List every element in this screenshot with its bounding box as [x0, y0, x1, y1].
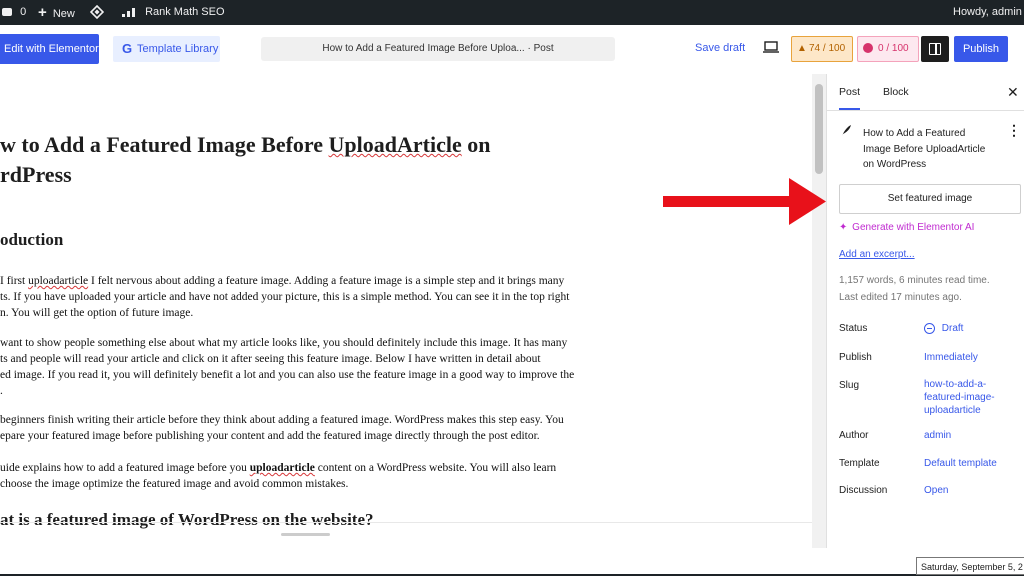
- p4-misspelled: uploadarticle: [249, 462, 315, 474]
- status-value[interactable]: Draft: [924, 323, 963, 334]
- p4-text-end: content on a WordPress website. You will…: [314, 462, 557, 474]
- title-text-end: on: [461, 132, 491, 157]
- howdy-account[interactable]: Howdy, admin: [953, 0, 1022, 25]
- template-library-button[interactable]: G Template Library: [113, 36, 220, 62]
- p2-line-2: ts and people will read your article and…: [0, 353, 541, 365]
- bottom-strip: [0, 548, 1024, 576]
- publish-date-value[interactable]: Immediately: [924, 352, 978, 363]
- close-icon[interactable]: ✕: [1007, 84, 1019, 101]
- slug-line: how-to-add-a-: [924, 379, 987, 390]
- tabs-divider: [827, 110, 1024, 111]
- readability-score-button[interactable]: 0 / 100: [857, 36, 919, 62]
- diamond-logo-icon[interactable]: [89, 0, 105, 25]
- paragraph-1[interactable]: I first uploadarticle I felt nervous abo…: [0, 273, 569, 321]
- generate-ai-link[interactable]: ✦ Generate with Elementor AI: [839, 222, 974, 233]
- template-library-label: Template Library: [137, 43, 219, 55]
- rank-math-score: 74 / 100: [809, 43, 846, 54]
- discussion-value[interactable]: Open: [924, 485, 948, 496]
- status-text: Draft: [941, 323, 964, 335]
- p3-line-2: epare your featured image before publish…: [0, 430, 540, 442]
- rank-math-score-icon: ▲: [797, 43, 807, 54]
- title-text: w to Add a Featured Image Before: [0, 132, 329, 157]
- rank-math-label: Rank Math SEO: [145, 6, 225, 18]
- p4-line-2: choose the image optimize the featured i…: [0, 478, 349, 490]
- post-summary-title-line: Image Before UploadArticle: [863, 143, 986, 155]
- status-label: Status: [839, 323, 868, 334]
- sparkle-icon: ✦: [839, 222, 848, 233]
- rank-math-icon: [121, 6, 140, 18]
- draft-status-icon: [924, 323, 935, 334]
- post-summary-title-line: How to Add a Featured: [863, 128, 966, 139]
- howdy-text: Howdy, admin: [953, 6, 1022, 18]
- wp-admin-bar: 0 + New Rank Math SEO Howdy, admin: [0, 0, 1024, 25]
- slug-label: Slug: [839, 380, 860, 391]
- more-options-icon[interactable]: ⋮: [1007, 122, 1021, 139]
- document-title-bar[interactable]: How to Add a Featured Image Before Uploa…: [261, 37, 615, 61]
- template-label: Template: [839, 458, 880, 469]
- template-library-icon: G: [122, 41, 133, 56]
- p3-line-1: beginners finish writing their article b…: [0, 414, 564, 426]
- save-draft-button[interactable]: Save draft: [695, 42, 745, 54]
- p2-line-3: ed image. If you read it, you will defin…: [0, 369, 575, 381]
- heading-introduction[interactable]: oduction: [0, 230, 63, 250]
- new-content-link[interactable]: + New: [38, 0, 75, 25]
- tab-block[interactable]: Block: [883, 74, 909, 110]
- p1-text-end: I felt nervous about adding a feature im…: [88, 275, 565, 287]
- editor-header: Edit with Elementor G Template Library H…: [0, 25, 1024, 75]
- post-title[interactable]: w to Add a Featured Image Before UploadA…: [0, 130, 491, 190]
- paragraph-2[interactable]: want to show people something else about…: [0, 335, 574, 399]
- red-arrow-annotation: [663, 178, 826, 225]
- heading-what-is[interactable]: at is a featured image of WordPress on t…: [0, 510, 374, 530]
- author-value[interactable]: admin: [924, 430, 951, 441]
- author-label: Author: [839, 430, 869, 441]
- slug-value[interactable]: how-to-add-a- featured-image- uploadarti…: [924, 378, 995, 417]
- p1-line-3: n. You will get the option of future ima…: [0, 307, 194, 319]
- word-count: 1,157 words, 6 minutes read time.: [839, 275, 990, 286]
- add-excerpt-link[interactable]: Add an excerpt...: [839, 249, 915, 260]
- p1-line-2: ts. If you have uploaded your article an…: [0, 291, 570, 303]
- feather-icon: [840, 124, 852, 140]
- slug-line: featured-image-: [924, 392, 995, 403]
- last-edited: Last edited 17 minutes ago.: [839, 292, 962, 303]
- rank-math-score-button[interactable]: ▲ 74 / 100: [791, 36, 853, 62]
- title-line-2: rdPress: [0, 162, 72, 187]
- date-tooltip: Saturday, September 5, 2: [916, 557, 1024, 575]
- set-featured-image-button[interactable]: Set featured image: [839, 184, 1021, 214]
- settings-toggle-icon[interactable]: [921, 36, 949, 62]
- preview-icon[interactable]: [763, 40, 779, 54]
- comment-icon: [2, 8, 12, 17]
- p1-misspelled: uploadarticle: [28, 275, 89, 287]
- plus-icon: +: [38, 4, 47, 21]
- generate-ai-label: Generate with Elementor AI: [852, 222, 975, 233]
- paragraph-4[interactable]: uide explains how to add a featured imag…: [0, 460, 556, 492]
- comments-link[interactable]: 0: [2, 0, 26, 25]
- title-misspelled: UploadArticle: [328, 132, 462, 157]
- p4-text: uide explains how to add a featured imag…: [0, 462, 250, 474]
- comments-count: 0: [20, 6, 27, 18]
- resize-handle[interactable]: [281, 533, 330, 536]
- content-scrollbar[interactable]: [812, 74, 826, 548]
- new-label: New: [52, 8, 75, 20]
- slug-line: uploadarticle: [924, 405, 981, 416]
- paragraph-3[interactable]: beginners finish writing their article b…: [0, 412, 564, 444]
- post-summary-title: How to Add a Featured Image Before Uploa…: [863, 126, 985, 173]
- template-value[interactable]: Default template: [924, 458, 997, 469]
- publish-button[interactable]: Publish: [954, 36, 1008, 62]
- p2-line-1: want to show people something else about…: [0, 337, 568, 349]
- p2-line-4: .: [0, 385, 3, 397]
- readability-score: 0 / 100: [878, 43, 909, 54]
- discussion-label: Discussion: [839, 485, 888, 496]
- rank-math-menu[interactable]: Rank Math SEO: [121, 0, 225, 25]
- tab-post[interactable]: Post: [839, 74, 861, 110]
- publish-label: Publish: [839, 352, 872, 363]
- p1-text: I first: [0, 275, 29, 287]
- scrollbar-thumb[interactable]: [815, 84, 823, 174]
- settings-sidebar: Post Block ✕ How to Add a Featured Image…: [826, 74, 1024, 548]
- editor-footer-divider: [0, 522, 826, 523]
- edit-with-elementor-button[interactable]: Edit with Elementor: [0, 34, 99, 64]
- editor-canvas[interactable]: w to Add a Featured Image Before UploadA…: [0, 74, 812, 548]
- readability-icon: [863, 43, 873, 53]
- post-summary-title-line: on WordPress: [863, 159, 927, 170]
